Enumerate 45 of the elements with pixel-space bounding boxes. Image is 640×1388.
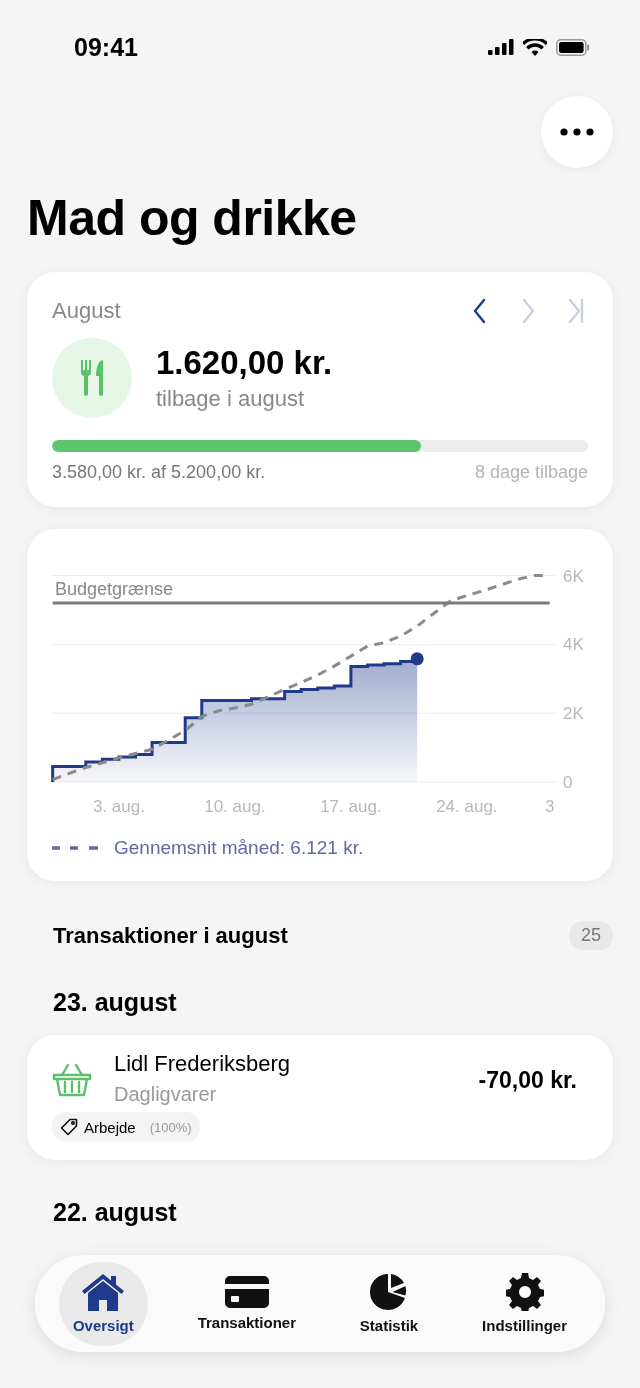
pie-chart-icon	[370, 1273, 408, 1311]
date-heading: 23. august	[53, 988, 178, 1017]
x-tick-label: 3. aug.	[92, 797, 145, 816]
transaction-count: 25	[568, 921, 613, 950]
wifi-icon	[523, 38, 547, 56]
cutlery-icon	[80, 360, 104, 396]
dashed-line-icon	[52, 846, 100, 850]
x-tick-label: 24. aug.	[436, 797, 498, 816]
home-icon	[81, 1273, 126, 1311]
y-tick-label: 4K	[563, 635, 584, 655]
budget-label: Budgetgrænse	[55, 579, 174, 600]
transaction-card[interactable]: Lidl Frederiksberg Dagligvarer -70,00 kr. Arbejde (100%)	[27, 1035, 613, 1160]
x-tick-label: 17. aug.	[320, 797, 382, 816]
tag-name: Arbejde	[84, 1118, 136, 1136]
spent-text: 3.580,00 kr. af 5.200,00 kr.	[52, 462, 266, 483]
section-title: Transaktioner i august	[53, 922, 288, 949]
transaction-amount: -70,00 kr.	[478, 1067, 577, 1094]
tab[interactable]: Statistik	[345, 1261, 433, 1346]
tab[interactable]: Oversigt	[58, 1261, 148, 1346]
tag-share: (100%)	[149, 1119, 192, 1135]
card-icon	[224, 1276, 269, 1308]
y-tick-label: 2K	[563, 704, 584, 724]
tab[interactable]: Indstillinger	[468, 1261, 582, 1346]
y-tick-label: 0	[563, 773, 573, 792]
y-tick-label: 6K	[563, 566, 584, 586]
tag-icon	[60, 1118, 78, 1136]
status-time: 09:41	[74, 32, 138, 62]
date-heading: 22. august	[53, 1198, 178, 1227]
tab[interactable]: Transaktioner	[183, 1261, 310, 1346]
days-left: 8 dage tilbage	[474, 462, 588, 483]
remaining-amount: 1.620,00 kr.	[156, 344, 333, 382]
remaining-caption: tilbage i august	[156, 386, 305, 412]
month-label: August	[52, 298, 121, 324]
category-name: Dagligvarer	[114, 1083, 218, 1106]
signal-icon	[488, 39, 514, 55]
x-tick-label: 10. aug.	[204, 797, 266, 816]
current-point	[410, 652, 424, 666]
page-title: Mad og drikke	[27, 189, 358, 248]
average-legend: Gennemsnit måned: 6.121 kr.	[114, 837, 364, 859]
settings-icon	[505, 1273, 544, 1311]
merchant-name: Lidl Frederiksberg	[114, 1051, 292, 1077]
ellipsis-icon	[560, 128, 594, 136]
basket-icon	[52, 1063, 92, 1097]
x-tick-label: 3	[545, 797, 555, 816]
battery-icon	[556, 38, 590, 56]
